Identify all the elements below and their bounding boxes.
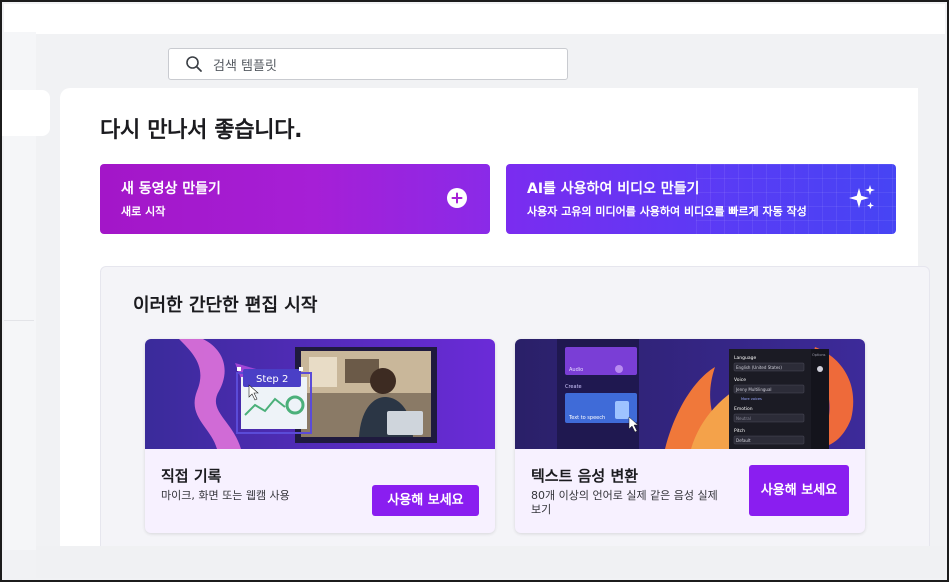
create-label: Create (565, 384, 582, 390)
card-description: 마이크, 화면 또는 웹캠 사용 (161, 489, 290, 502)
card-title: 텍스트 음성 변환 (531, 467, 639, 485)
side-nav-tab[interactable] (2, 90, 50, 136)
search-input[interactable]: 검색 템플릿 (168, 48, 568, 80)
emotion-value: Neutral (736, 416, 751, 421)
bottom-bar (36, 546, 945, 578)
search-placeholder: 검색 템플릿 (213, 58, 277, 74)
top-bar (4, 4, 945, 34)
step-label: Step 2 (256, 374, 288, 385)
plus-circle-icon (447, 188, 467, 208)
language-value: English (United States) (736, 365, 782, 370)
sparkle-icon (849, 185, 875, 209)
record-thumbnail: Step 2 (145, 339, 495, 449)
record-card[interactable]: Step 2 직접 기록 마이크, 화면 또는 웹캠 사용 사용해 보세요 (145, 339, 495, 533)
text-to-speech-card[interactable]: Audio Create Text to speech Language Eng… (515, 339, 865, 533)
card-title: 직접 기록 (161, 467, 222, 485)
try-text-to-speech-button[interactable]: 사용해 보세요 (749, 465, 849, 516)
pitch-label: Pitch (734, 428, 745, 434)
audio-label: Audio (569, 367, 583, 373)
main-panel: 다시 만나서 좋습니다. 새 동영상 만들기 새로 시작 AI를 사용하여 비디… (60, 88, 930, 566)
try-record-button[interactable]: 사용해 보세요 (372, 485, 479, 516)
emotion-label: Emotion (734, 406, 753, 412)
voice-value: Jenny Multilingual (735, 387, 772, 392)
search-icon (186, 56, 202, 72)
new-video-button[interactable]: 새 동영상 만들기 새로 시작 (100, 164, 490, 234)
ai-video-button[interactable]: AI를 사용하여 비디오 만들기 사용자 고유의 미디어를 사용하여 비디오를 … (506, 164, 896, 234)
new-video-title: 새 동영상 만들기 (121, 181, 221, 197)
new-video-subtitle: 새로 시작 (121, 205, 166, 218)
page-title: 다시 만나서 좋습니다. (100, 118, 303, 143)
options-label: Options (812, 353, 826, 357)
language-label: Language (734, 355, 756, 361)
divider (4, 320, 34, 321)
app-window: 검색 템플릿 다시 만나서 좋습니다. 새 동영상 만들기 새로 시작 AI를 … (0, 0, 949, 582)
more-voices-link: More voices (741, 397, 762, 401)
tts-label: Text to speech (568, 415, 605, 421)
card-description: 80개 이상의 언어로 실제 같은 음성 실제 보기 (531, 489, 718, 516)
text-to-speech-thumbnail: Audio Create Text to speech Language Eng… (515, 339, 865, 449)
quick-edits-section: 이러한 간단한 편집 시작 Step 2 직접 기록 마이크, 화면 또는 웹캠… (100, 266, 930, 566)
section-title: 이러한 간단한 편집 시작 (133, 295, 318, 316)
pitch-value: Default (736, 438, 751, 443)
voice-label: Voice (734, 377, 746, 383)
